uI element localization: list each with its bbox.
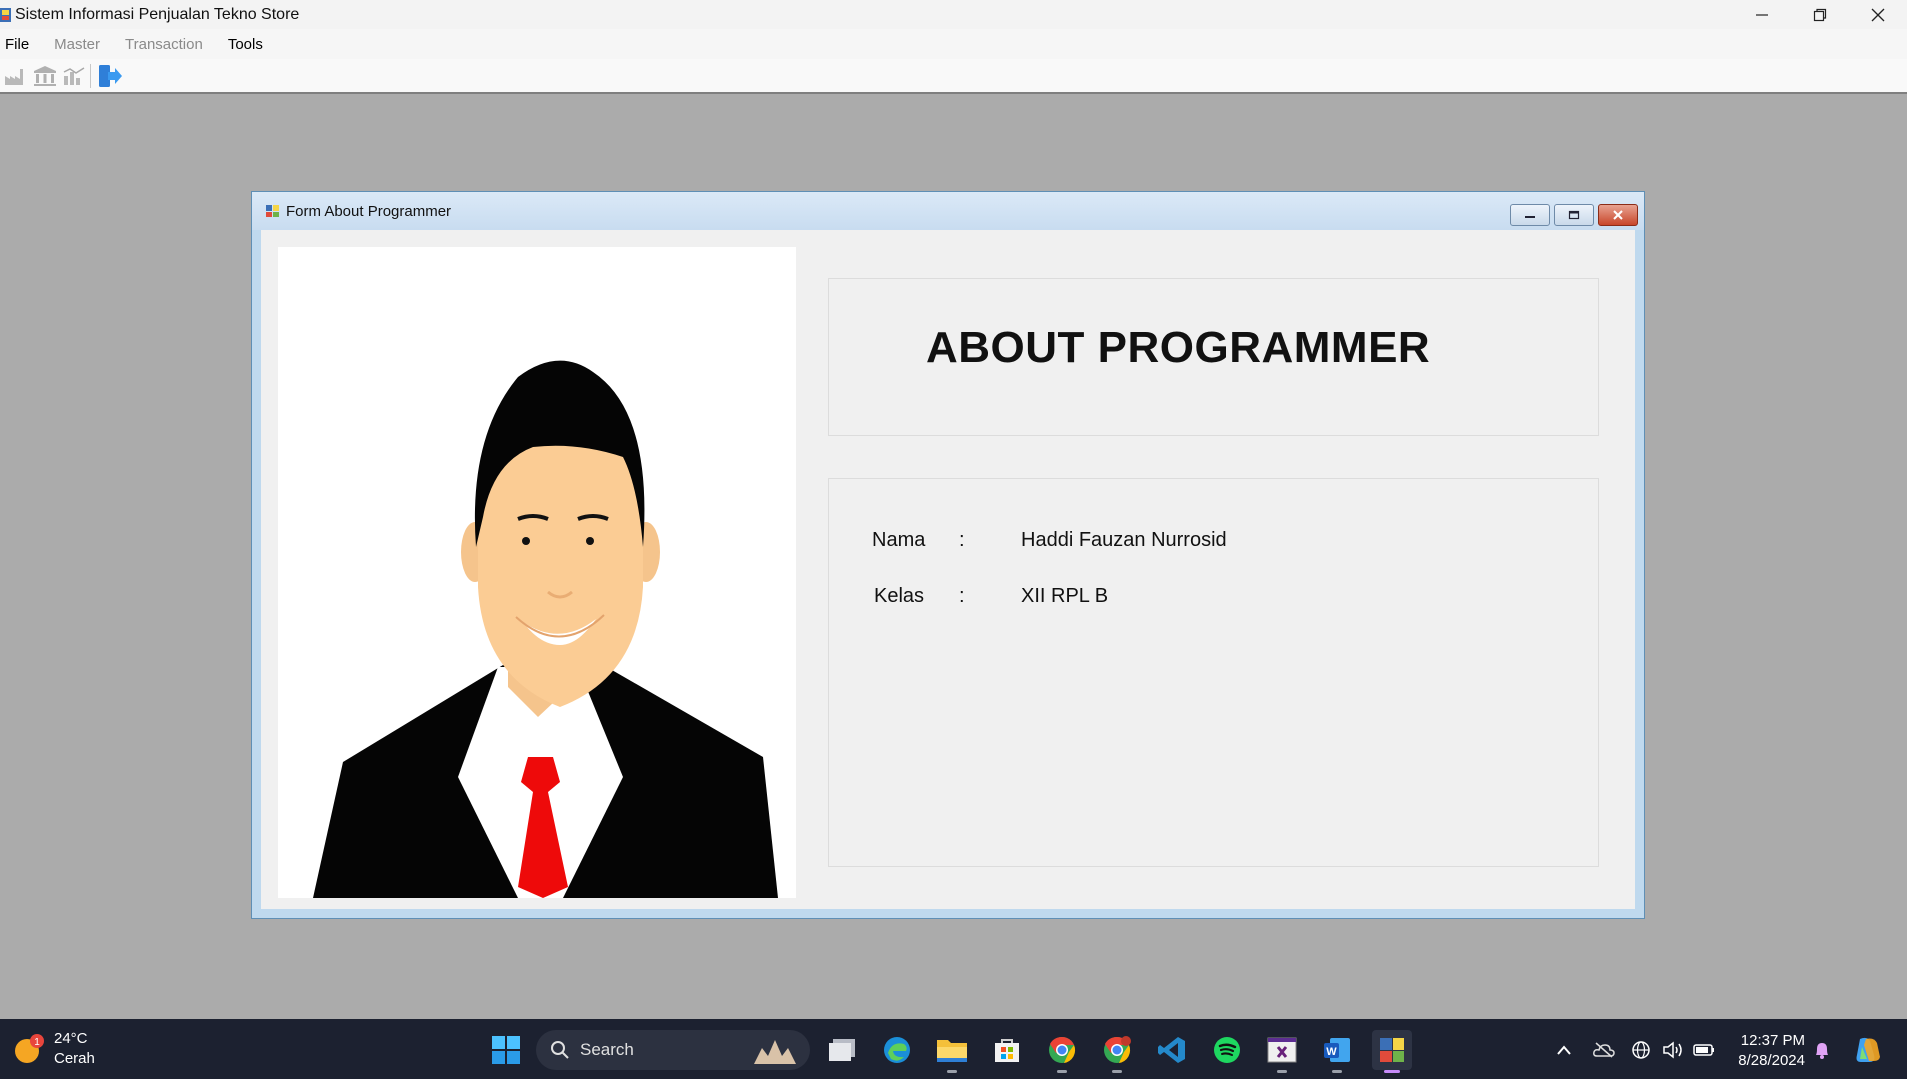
clock[interactable]: 12:37 PM 8/28/2024 bbox=[1738, 1031, 1805, 1071]
minimize-button[interactable] bbox=[1733, 0, 1791, 29]
bell-icon bbox=[1816, 1043, 1828, 1059]
spotify-icon bbox=[1214, 1037, 1240, 1063]
toolbar-factory-button[interactable] bbox=[3, 63, 29, 89]
nama-label: Nama bbox=[872, 529, 926, 551]
restore-icon bbox=[1568, 210, 1580, 220]
minimize-icon bbox=[1756, 13, 1768, 16]
factory-icon bbox=[5, 68, 23, 85]
kelas-separator: : bbox=[959, 585, 965, 607]
winforms-app-icon bbox=[1380, 1038, 1404, 1062]
onedrive-off-icon bbox=[1593, 1042, 1615, 1058]
child-title: Form About Programmer bbox=[286, 202, 452, 220]
app-icon bbox=[0, 7, 11, 22]
chevron-up-icon bbox=[1557, 1045, 1571, 1055]
store-button[interactable] bbox=[987, 1030, 1027, 1070]
weather-condition: Cerah bbox=[54, 1050, 95, 1067]
clock-time: 12:37 PM bbox=[1740, 1032, 1805, 1049]
form-icon bbox=[266, 205, 279, 217]
close-icon bbox=[1871, 8, 1885, 21]
taskbar-search[interactable]: Search bbox=[536, 1030, 810, 1070]
child-titlebar[interactable]: Form About Programmer bbox=[252, 192, 1644, 230]
globe-icon bbox=[1632, 1041, 1650, 1059]
search-icon bbox=[551, 1041, 569, 1059]
toolbar-bank-button[interactable] bbox=[32, 63, 58, 89]
word-icon: W bbox=[1324, 1038, 1350, 1062]
vscode-button[interactable] bbox=[1152, 1030, 1192, 1070]
vscode-icon bbox=[1158, 1037, 1185, 1063]
menu-bar: File Master Transaction Tools bbox=[0, 29, 1907, 59]
restore-icon bbox=[1813, 8, 1827, 21]
file-explorer-button[interactable] bbox=[932, 1030, 972, 1073]
task-view-button[interactable] bbox=[822, 1030, 862, 1070]
spotify-button[interactable] bbox=[1207, 1030, 1247, 1070]
about-heading: ABOUT PROGRAMMER bbox=[926, 323, 1431, 372]
chart-icon bbox=[63, 66, 85, 85]
nama-value: Haddi Fauzan Nurrosid bbox=[1021, 529, 1227, 551]
menu-file[interactable]: File bbox=[0, 36, 41, 53]
menu-tools[interactable]: Tools bbox=[223, 36, 275, 53]
child-restore-button[interactable] bbox=[1554, 204, 1594, 226]
visual-studio-icon bbox=[1267, 1037, 1297, 1063]
toolbar-chart-button[interactable] bbox=[61, 63, 87, 89]
info-groupbox: Nama : Haddi Fauzan Nurrosid Kelas : XII… bbox=[828, 478, 1599, 867]
windows-start-icon bbox=[492, 1036, 520, 1064]
winforms-app-button[interactable] bbox=[1372, 1030, 1412, 1073]
chrome-profile-button[interactable] bbox=[1097, 1030, 1137, 1073]
search-highlight-icon bbox=[754, 1040, 796, 1064]
chrome-profile-icon bbox=[1104, 1036, 1131, 1063]
copilot-button[interactable] bbox=[1847, 1030, 1887, 1070]
programmer-illustration bbox=[313, 360, 778, 898]
language-button[interactable] bbox=[1624, 1030, 1658, 1070]
programmer-photo bbox=[278, 247, 796, 898]
battery-icon bbox=[1693, 1044, 1714, 1056]
store-icon bbox=[995, 1039, 1019, 1062]
volume-button[interactable] bbox=[1656, 1030, 1690, 1070]
weather-sun-icon: 1 bbox=[15, 1034, 44, 1063]
restore-button[interactable] bbox=[1791, 0, 1849, 29]
kelas-label: Kelas bbox=[874, 585, 925, 607]
svg-text:W: W bbox=[1326, 1046, 1337, 1058]
minimize-icon bbox=[1525, 216, 1535, 218]
taskbar: 1 24°C Cerah Search W 12:37 PM 8/28/2024 bbox=[0, 1019, 1907, 1079]
weather-temperature: 24°C bbox=[54, 1030, 88, 1047]
logout-icon bbox=[99, 64, 122, 87]
visual-studio-button[interactable] bbox=[1262, 1030, 1302, 1073]
edge-button[interactable] bbox=[877, 1030, 917, 1070]
heading-groupbox: ABOUT PROGRAMMER bbox=[828, 278, 1599, 436]
search-placeholder: Search bbox=[580, 1040, 634, 1059]
start-button[interactable] bbox=[486, 1030, 526, 1070]
onedrive-button[interactable] bbox=[1584, 1030, 1624, 1070]
window-title: Sistem Informasi Penjualan Tekno Store bbox=[15, 5, 300, 23]
copilot-icon bbox=[1856, 1037, 1880, 1062]
show-hidden-icons-button[interactable] bbox=[1544, 1030, 1584, 1070]
close-button[interactable] bbox=[1849, 0, 1907, 29]
notifications-button[interactable] bbox=[1805, 1030, 1839, 1070]
speaker-icon bbox=[1663, 1041, 1682, 1059]
form-client-area: ABOUT PROGRAMMER Nama : Haddi Fauzan Nur… bbox=[261, 230, 1635, 909]
file-explorer-icon bbox=[937, 1040, 967, 1062]
toolbar bbox=[0, 59, 1907, 94]
task-view-icon bbox=[829, 1039, 855, 1061]
weather-widget[interactable]: 1 24°C Cerah bbox=[14, 1029, 95, 1069]
child-close-button[interactable] bbox=[1598, 204, 1638, 226]
battery-button[interactable] bbox=[1687, 1030, 1721, 1070]
toolbar-logout-button[interactable] bbox=[97, 63, 123, 89]
child-minimize-button[interactable] bbox=[1510, 204, 1550, 226]
weather-badge: 1 bbox=[34, 1037, 40, 1048]
word-button[interactable]: W bbox=[1317, 1030, 1357, 1073]
chrome-icon bbox=[1049, 1036, 1076, 1063]
about-programmer-form: Form About Programmer ABOUT PROGRAMMER N… bbox=[251, 191, 1645, 919]
close-icon bbox=[1613, 210, 1623, 220]
clock-date: 8/28/2024 bbox=[1738, 1052, 1805, 1069]
menu-master[interactable]: Master bbox=[49, 36, 112, 53]
chrome-button[interactable] bbox=[1042, 1030, 1082, 1073]
main-titlebar[interactable]: Sistem Informasi Penjualan Tekno Store bbox=[0, 0, 1907, 29]
nama-separator: : bbox=[959, 529, 965, 551]
edge-icon bbox=[884, 1037, 910, 1063]
toolbar-separator bbox=[90, 63, 91, 88]
kelas-value: XII RPL B bbox=[1021, 585, 1109, 607]
bank-icon bbox=[34, 65, 56, 86]
menu-transaction[interactable]: Transaction bbox=[120, 36, 215, 53]
